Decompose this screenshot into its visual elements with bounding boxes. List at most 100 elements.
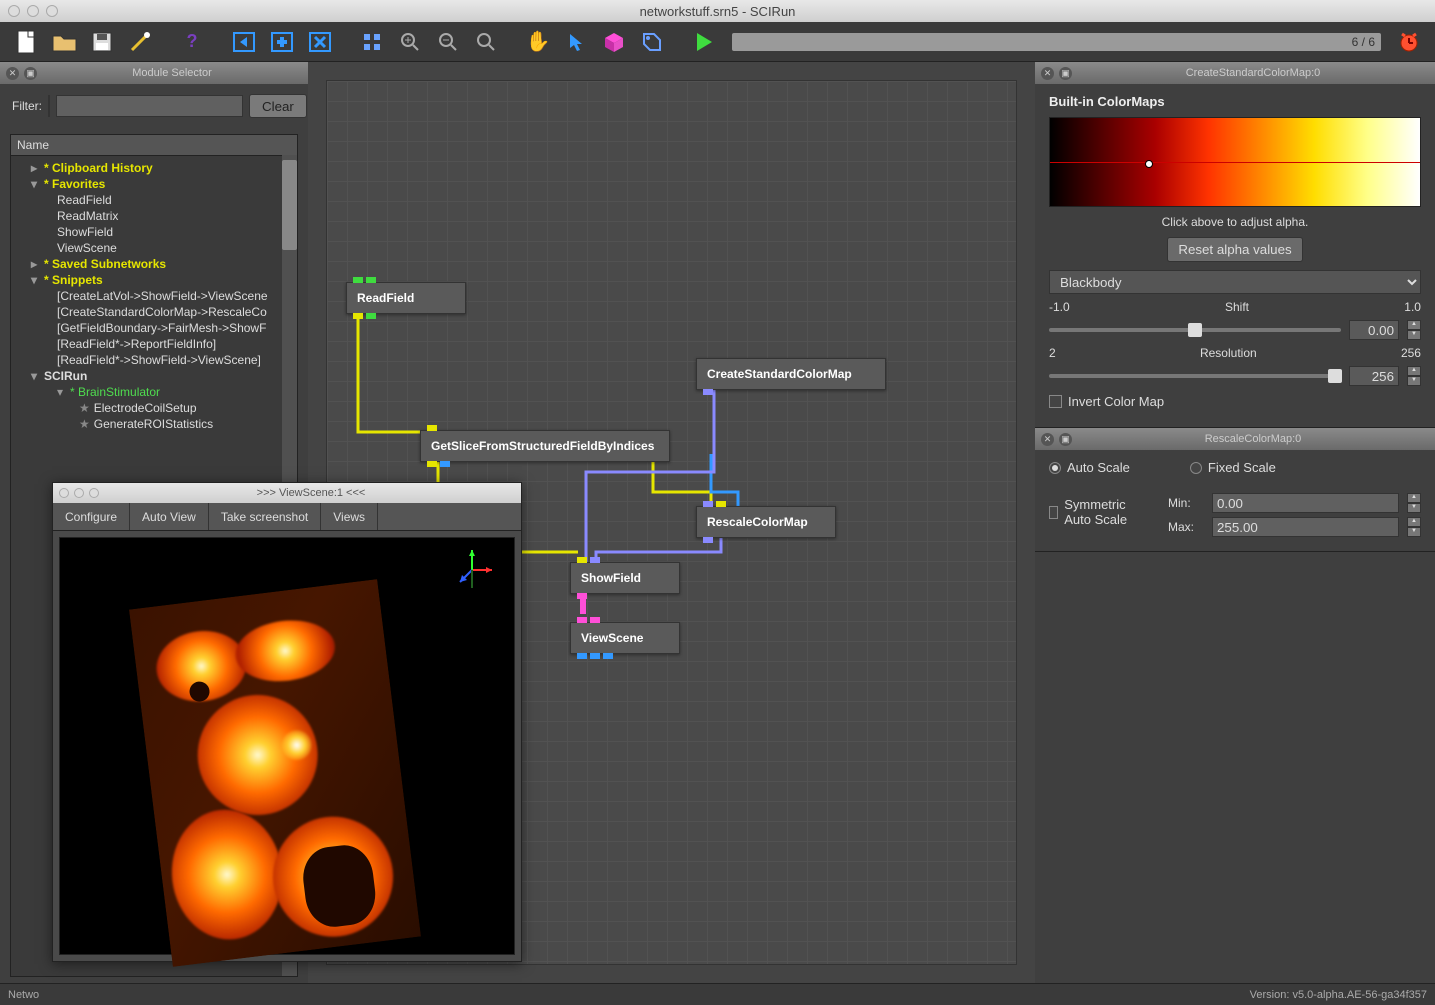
tree-clipboard[interactable]: ▸* Clipboard History xyxy=(11,160,297,176)
snap-x-button[interactable] xyxy=(302,25,338,59)
tree-header-name[interactable]: Name xyxy=(11,135,297,156)
shift-stepper[interactable]: ▲▼ xyxy=(1407,320,1421,340)
vs-autoview-button[interactable]: Auto View xyxy=(130,503,209,530)
builtin-colormaps-label: Built-in ColorMaps xyxy=(1049,94,1421,109)
viewscene-viewport[interactable] xyxy=(59,537,515,955)
new-file-button[interactable] xyxy=(8,25,44,59)
tree-snip5[interactable]: [ReadField*->ShowField->ViewScene] xyxy=(11,352,297,368)
tree-saved-subnets[interactable]: ▸* Saved Subnetworks xyxy=(11,256,297,272)
snap-left-button[interactable] xyxy=(226,25,262,59)
wand-button[interactable] xyxy=(122,25,158,59)
colormap-close-button[interactable]: ✕ xyxy=(1041,67,1054,80)
res-max: 256 xyxy=(1401,346,1421,360)
symmetric-checkbox[interactable] xyxy=(1049,506,1058,519)
auto-scale-label: Auto Scale xyxy=(1067,460,1130,475)
filter-input[interactable] xyxy=(56,95,243,117)
tag-button[interactable] xyxy=(634,25,670,59)
min-input[interactable] xyxy=(1212,493,1399,513)
package-button[interactable] xyxy=(596,25,632,59)
invert-label: Invert Color Map xyxy=(1068,394,1164,409)
colormap-select[interactable]: Blackbody xyxy=(1049,270,1421,294)
clear-filter-button[interactable]: Clear xyxy=(249,94,307,118)
help-button[interactable]: ? xyxy=(174,25,210,59)
vs-close-button[interactable] xyxy=(59,488,69,498)
resolution-stepper[interactable]: ▲▼ xyxy=(1407,366,1421,386)
vs-min-button[interactable] xyxy=(74,488,84,498)
invert-checkbox[interactable] xyxy=(1049,395,1062,408)
symmetric-label: Symmetric Auto Scale xyxy=(1064,497,1148,527)
viewscene-window[interactable]: >>> ViewScene:1 <<< Configure Auto View … xyxy=(52,482,522,962)
grid-button[interactable] xyxy=(354,25,390,59)
rescale-panel-title: RescaleColorMap:0 xyxy=(1077,433,1429,445)
shift-value[interactable] xyxy=(1349,320,1399,340)
colormap-gradient[interactable] xyxy=(1049,117,1421,207)
tree-genroi[interactable]: ★GenerateROIStatistics xyxy=(11,416,297,432)
tree-favorites[interactable]: ▾* Favorites xyxy=(11,176,297,192)
status-left: Netwo xyxy=(8,989,39,1001)
main-toolbar: ? ✋ 6 / 6 xyxy=(0,22,1435,62)
resolution-slider[interactable] xyxy=(1049,374,1341,378)
vs-zoom-button[interactable] xyxy=(89,488,99,498)
reset-alpha-button[interactable]: Reset alpha values xyxy=(1167,237,1302,262)
rendered-slice xyxy=(129,579,421,967)
max-input[interactable] xyxy=(1212,517,1399,537)
alarm-icon[interactable] xyxy=(1391,25,1427,59)
node-rescale[interactable]: RescaleColorMap xyxy=(696,506,836,538)
panel-undock-button[interactable]: ▣ xyxy=(24,67,37,80)
rescale-close-button[interactable]: ✕ xyxy=(1041,433,1054,446)
progress-bar: 6 / 6 xyxy=(732,33,1381,51)
tree-brainstim[interactable]: ▾* BrainStimulator xyxy=(11,384,297,400)
res-min: 2 xyxy=(1049,346,1056,360)
alpha-cursor[interactable] xyxy=(1145,160,1153,168)
save-button[interactable] xyxy=(84,25,120,59)
zoom-out-button[interactable] xyxy=(430,25,466,59)
pan-hand-button[interactable]: ✋ xyxy=(520,25,556,59)
filter-mode-dropdown[interactable] xyxy=(48,95,50,117)
node-createcolormap[interactable]: CreateStandardColorMap xyxy=(696,358,886,390)
vs-configure-button[interactable]: Configure xyxy=(53,503,130,530)
fixed-scale-radio[interactable] xyxy=(1190,462,1202,474)
tree-scirun[interactable]: ▾SCIRun xyxy=(11,368,297,384)
status-version: Version: v5.0-alpha.AE-56-ga34f357 xyxy=(1250,989,1427,1001)
tree-fav-readmatrix[interactable]: ReadMatrix xyxy=(11,208,297,224)
min-stepper[interactable]: ▲▼ xyxy=(1407,493,1421,513)
auto-scale-radio[interactable] xyxy=(1049,462,1061,474)
status-bar: Netwo Version: v5.0-alpha.AE-56-ga34f357 xyxy=(0,983,1435,1005)
tree-fav-showfield[interactable]: ShowField xyxy=(11,224,297,240)
tree-snip4[interactable]: [ReadField*->ReportFieldInfo] xyxy=(11,336,297,352)
zoom-in-button[interactable] xyxy=(392,25,428,59)
colormap-undock-button[interactable]: ▣ xyxy=(1059,67,1072,80)
open-folder-button[interactable] xyxy=(46,25,82,59)
vs-views-button[interactable]: Views xyxy=(321,503,378,530)
shift-slider[interactable] xyxy=(1049,328,1341,332)
zoom-reset-button[interactable] xyxy=(468,25,504,59)
tree-fav-readfield[interactable]: ReadField xyxy=(11,192,297,208)
window-titlebar: networkstuff.srn5 - SCIRun xyxy=(0,0,1435,22)
tree-electrode[interactable]: ★ElectrodeCoilSetup xyxy=(11,400,297,416)
node-viewscene[interactable]: ViewScene xyxy=(570,622,680,654)
tree-snippets[interactable]: ▾* Snippets xyxy=(11,272,297,288)
minimize-window-button[interactable] xyxy=(27,5,39,17)
colormap-panel-title: CreateStandardColorMap:0 xyxy=(1077,67,1429,79)
tree-snip2[interactable]: [CreateStandardColorMap->RescaleCo xyxy=(11,304,297,320)
panel-close-button[interactable]: ✕ xyxy=(6,67,19,80)
pointer-button[interactable] xyxy=(558,25,594,59)
run-button[interactable] xyxy=(686,25,722,59)
max-stepper[interactable]: ▲▼ xyxy=(1407,517,1421,537)
close-window-button[interactable] xyxy=(8,5,20,17)
tree-snip3[interactable]: [GetFieldBoundary->FairMesh->ShowF xyxy=(11,320,297,336)
tree-fav-viewscene[interactable]: ViewScene xyxy=(11,240,297,256)
viewscene-titlebar[interactable]: >>> ViewScene:1 <<< xyxy=(53,483,521,503)
window-title: networkstuff.srn5 - SCIRun xyxy=(0,4,1435,19)
node-getslice[interactable]: GetSliceFromStructuredFieldByIndices xyxy=(420,430,670,462)
rescale-undock-button[interactable]: ▣ xyxy=(1059,433,1072,446)
resolution-value[interactable] xyxy=(1349,366,1399,386)
node-showfield[interactable]: ShowField xyxy=(570,562,680,594)
zoom-window-button[interactable] xyxy=(46,5,58,17)
tree-snip1[interactable]: [CreateLatVol->ShowField->ViewScene xyxy=(11,288,297,304)
axis-gizmo-icon xyxy=(450,548,494,592)
node-readfield[interactable]: ReadField xyxy=(346,282,466,314)
snap-center-button[interactable] xyxy=(264,25,300,59)
min-label: Min: xyxy=(1168,496,1204,510)
vs-screenshot-button[interactable]: Take screenshot xyxy=(209,503,321,530)
